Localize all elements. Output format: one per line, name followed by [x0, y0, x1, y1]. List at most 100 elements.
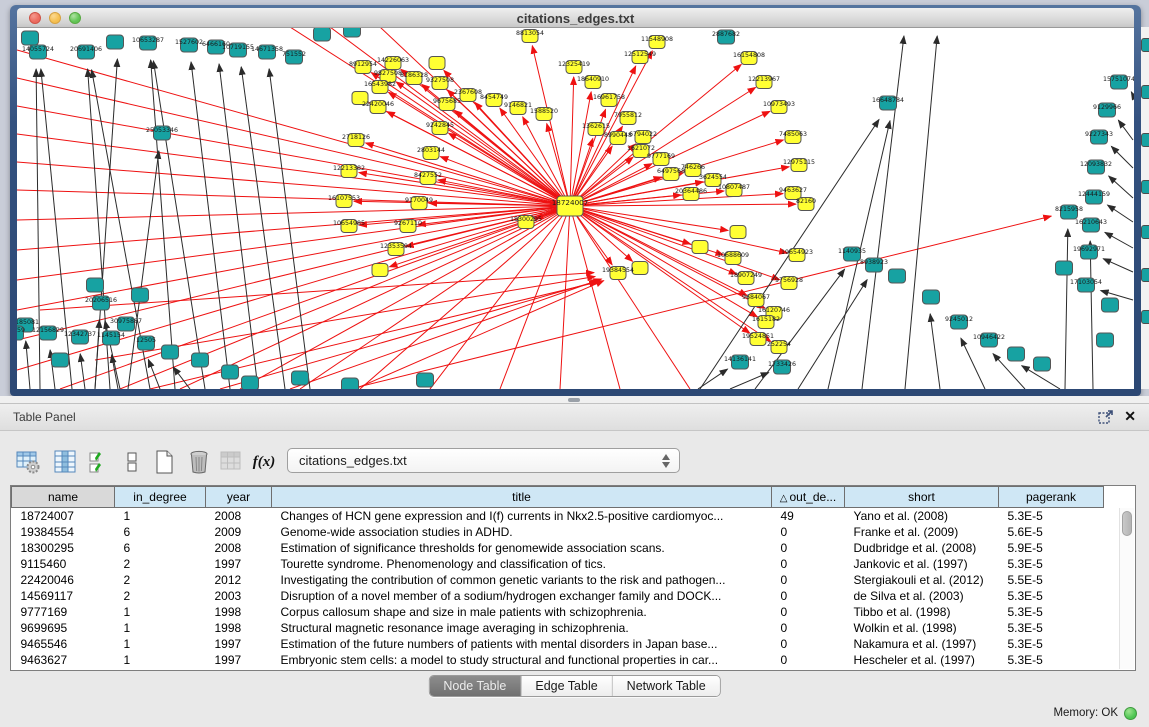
table-row[interactable]: 1938455462009Genome-wide association stu…	[12, 524, 1104, 540]
select-columns-button[interactable]	[84, 446, 116, 478]
function-builder-button[interactable]: f(x)	[248, 446, 280, 478]
table-cell[interactable]: 5.3E-5	[999, 604, 1104, 620]
close-panel-icon[interactable]: ✕	[1124, 408, 1136, 425]
row-options-button[interactable]	[116, 446, 148, 478]
column-header-short[interactable]: short	[845, 487, 999, 508]
table-cell[interactable]: 9465546	[12, 636, 115, 652]
table-cell[interactable]: 2008	[206, 508, 272, 524]
graph-node[interactable]	[87, 278, 104, 292]
table-row[interactable]: 1872400712008Changes of HCN gene express…	[12, 508, 1104, 524]
graph-node[interactable]	[1034, 357, 1051, 371]
graph-node[interactable]	[1097, 333, 1114, 347]
graph-node[interactable]	[292, 371, 309, 385]
table-cell[interactable]: Yano et al. (2008)	[845, 508, 999, 524]
table-cell[interactable]: Dudbridge et al. (2008)	[845, 540, 999, 556]
show-columns-button[interactable]	[49, 446, 81, 478]
table-cell[interactable]: Genome-wide association studies in ADHD.	[272, 524, 772, 540]
table-cell[interactable]: 2012	[206, 572, 272, 588]
table-cell[interactable]: Jankovic et al. (1997)	[845, 556, 999, 572]
table-cell[interactable]: 49	[772, 508, 845, 524]
vertical-scrollbar[interactable]	[1119, 508, 1134, 669]
table-cell[interactable]: 6	[115, 540, 206, 556]
graph-node[interactable]	[692, 241, 708, 254]
table-selector-dropdown[interactable]: citations_edges.txt	[287, 448, 680, 473]
table-cell[interactable]: Hescheler et al. (1997)	[845, 652, 999, 668]
window-titlebar[interactable]: citations_edges.txt	[17, 8, 1134, 28]
table-cell[interactable]: Nakamura et al. (1997)	[845, 636, 999, 652]
graph-node[interactable]	[22, 31, 39, 45]
table-cell[interactable]: 2	[115, 588, 206, 604]
scrollbar-thumb[interactable]	[1122, 511, 1132, 536]
table-cell[interactable]: 5.3E-5	[999, 652, 1104, 668]
table-cell[interactable]: Estimation of significance thresholds fo…	[272, 540, 772, 556]
table-cell[interactable]: Estimation of the future numbers of pati…	[272, 636, 772, 652]
splitter-handle-icon[interactable]	[568, 398, 580, 402]
table-cell[interactable]: 1	[115, 652, 206, 668]
table-cell[interactable]: Franke et al. (2009)	[845, 524, 999, 540]
table-cell[interactable]: 5.3E-5	[999, 588, 1104, 604]
table-cell[interactable]: 14569117	[12, 588, 115, 604]
graph-node[interactable]	[192, 353, 209, 367]
table-cell[interactable]: 5.3E-5	[999, 620, 1104, 636]
table-cell[interactable]: 0	[772, 588, 845, 604]
table-cell[interactable]: 2003	[206, 588, 272, 604]
column-header-name[interactable]: name	[12, 487, 115, 508]
table-cell[interactable]: Corpus callosum shape and size in male p…	[272, 604, 772, 620]
table-cell[interactable]: 9115460	[12, 556, 115, 572]
graph-node[interactable]	[222, 365, 239, 379]
table-row[interactable]: 1830029562008Estimation of significance …	[12, 540, 1104, 556]
tab-network-table[interactable]: Network Table	[613, 676, 720, 696]
table-cell[interactable]: 0	[772, 556, 845, 572]
panel-splitter[interactable]	[0, 396, 1149, 403]
undock-panel-icon[interactable]	[1098, 410, 1113, 424]
table-cell[interactable]: 0	[772, 652, 845, 668]
table-cell[interactable]: 1997	[206, 556, 272, 572]
table-cell[interactable]: 1	[115, 620, 206, 636]
graph-node[interactable]	[923, 290, 940, 304]
graph-node[interactable]	[1102, 298, 1119, 312]
table-cell[interactable]: 2	[115, 572, 206, 588]
table-cell[interactable]: Wolkin et al. (1998)	[845, 620, 999, 636]
tab-edge-table[interactable]: Edge Table	[521, 676, 612, 696]
table-row[interactable]: 977716911998Corpus callosum shape and si…	[12, 604, 1104, 620]
table-cell[interactable]: 1	[115, 604, 206, 620]
table-cell[interactable]: 0	[772, 524, 845, 540]
table-cell[interactable]: 6	[115, 524, 206, 540]
graph-node[interactable]	[162, 345, 179, 359]
table-cell[interactable]: 2009	[206, 524, 272, 540]
table-cell[interactable]: Changes of HCN gene expression and I(f) …	[272, 508, 772, 524]
graph-node[interactable]	[1056, 261, 1073, 275]
graph-node[interactable]	[242, 376, 259, 389]
table-cell[interactable]: 1997	[206, 652, 272, 668]
table-cell[interactable]: 0	[772, 572, 845, 588]
graph-node[interactable]	[730, 226, 746, 239]
graph-node[interactable]	[372, 264, 388, 277]
column-header-title[interactable]: title	[272, 487, 772, 508]
graph-node[interactable]	[1008, 347, 1025, 361]
table-cell[interactable]: 19384554	[12, 524, 115, 540]
table-cell[interactable]: 1	[115, 636, 206, 652]
create-table-button[interactable]	[148, 446, 180, 478]
table-cell[interactable]: 5.6E-5	[999, 524, 1104, 540]
table-settings-button[interactable]	[12, 446, 44, 478]
graph-node[interactable]	[344, 28, 361, 37]
graph-node[interactable]	[417, 373, 434, 387]
graph-node[interactable]	[632, 262, 648, 275]
table-cell[interactable]: 18300295	[12, 540, 115, 556]
memory-status-indicator[interactable]	[1124, 707, 1137, 720]
table-row[interactable]: 969969511998Structural magnetic resonanc…	[12, 620, 1104, 636]
table-cell[interactable]: de Silva et al. (2003)	[845, 588, 999, 604]
table-cell[interactable]: 2	[115, 556, 206, 572]
tab-node-table[interactable]: Node Table	[429, 676, 521, 696]
table-row[interactable]: 946554611997Estimation of the future num…	[12, 636, 1104, 652]
table-cell[interactable]: Tourette syndrome. Phenomenology and cla…	[272, 556, 772, 572]
table-row[interactable]: 1456911722003Disruption of a novel membe…	[12, 588, 1104, 604]
graph-node[interactable]	[52, 353, 69, 367]
table-cell[interactable]: 1997	[206, 636, 272, 652]
column-header-pagerank[interactable]: pagerank	[999, 487, 1104, 508]
table-cell[interactable]: 9699695	[12, 620, 115, 636]
graph-node[interactable]	[107, 35, 124, 49]
graph-node[interactable]	[429, 57, 445, 70]
table-cell[interactable]: 2008	[206, 540, 272, 556]
table-cell[interactable]: Investigating the contribution of common…	[272, 572, 772, 588]
